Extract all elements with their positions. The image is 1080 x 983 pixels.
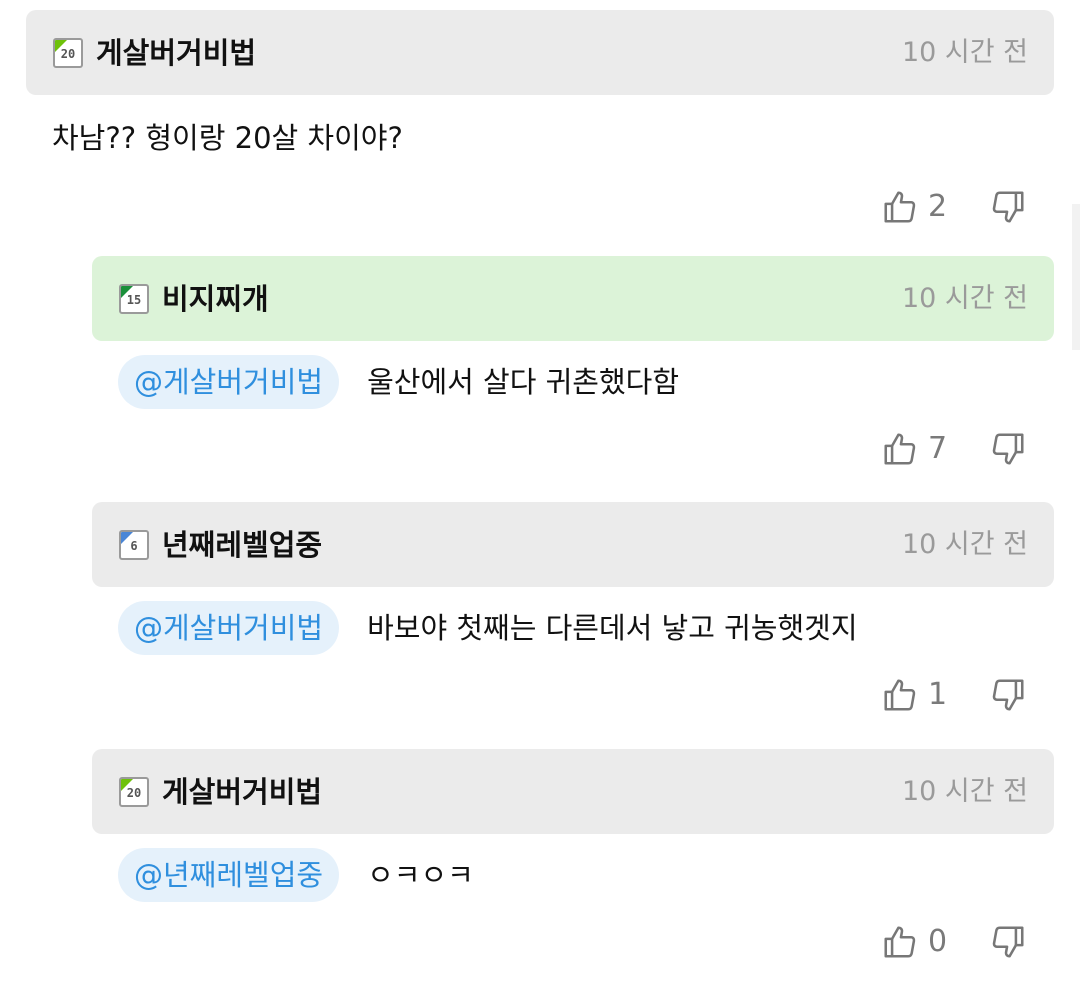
dislike-button[interactable]: [988, 673, 1028, 717]
level-badge-icon: 20: [53, 38, 83, 68]
comment-time: 10 시간 전: [901, 37, 1028, 68]
comment-text: 울산에서 살다 귀촌했다함: [367, 365, 680, 399]
author-nickname[interactable]: 게살버거비법: [162, 770, 322, 814]
comment-text: 차남?? 형이랑 20살 차이야?: [52, 121, 403, 155]
thumbs-up-icon: [884, 191, 916, 223]
level-number: 6: [130, 539, 138, 553]
vote-bar: 7: [880, 424, 1028, 474]
like-count: 7: [928, 431, 948, 466]
thumbs-up-icon: [884, 926, 916, 958]
dislike-button[interactable]: [988, 427, 1028, 471]
like-count: 1: [928, 677, 948, 712]
dislike-button[interactable]: [988, 920, 1028, 964]
thumbs-up-icon: [884, 679, 916, 711]
vote-bar: 1: [880, 670, 1028, 720]
thumbs-down-icon: [992, 191, 1024, 223]
mention-tag[interactable]: @년째레벨업중: [118, 848, 340, 902]
vote-bar: 2: [880, 182, 1028, 232]
comment-body: @게살버거비법 울산에서 살다 귀촌했다함: [118, 354, 679, 410]
comment-body: @년째레벨업중 ㅇㅋㅇㅋ: [118, 847, 474, 903]
dislike-button[interactable]: [988, 185, 1028, 229]
scrollbar[interactable]: [1072, 204, 1080, 350]
like-count: 2: [928, 189, 948, 224]
thumbs-down-icon: [992, 679, 1024, 711]
comment-header: 15 비지찌개 10 시간 전: [92, 256, 1054, 341]
like-button[interactable]: [880, 427, 920, 471]
comment-text: ㅇㅋㅇㅋ: [367, 858, 474, 892]
like-button[interactable]: [880, 920, 920, 964]
level-badge-icon: 20: [119, 777, 149, 807]
level-number: 20: [126, 786, 142, 800]
comment-header: 20 게살버거비법 10 시간 전: [26, 10, 1054, 95]
like-button[interactable]: [880, 185, 920, 229]
mention-tag[interactable]: @게살버거비법: [118, 601, 340, 655]
author-nickname[interactable]: 게살버거비법: [96, 31, 256, 75]
thumbs-up-icon: [884, 433, 916, 465]
comment-text: 바보야 첫째는 다른데서 낳고 귀농햇겟지: [367, 611, 858, 645]
comment-header: 6 년째레벨업중 10 시간 전: [92, 502, 1054, 587]
like-count: 0: [928, 924, 948, 959]
comment-header: 20 게살버거비법 10 시간 전: [92, 749, 1054, 834]
level-badge-icon: 6: [119, 530, 149, 560]
like-button[interactable]: [880, 673, 920, 717]
level-number: 20: [60, 47, 76, 61]
thumbs-down-icon: [992, 926, 1024, 958]
comment-thread: 20 게살버거비법 10 시간 전 차남?? 형이랑 20살 차이야? 2 15…: [0, 0, 1080, 983]
vote-bar: 0: [880, 917, 1028, 967]
comment-body: @게살버거비법 바보야 첫째는 다른데서 낳고 귀농햇겟지: [118, 600, 858, 656]
comment-time: 10 시간 전: [901, 529, 1028, 560]
comment-time: 10 시간 전: [901, 776, 1028, 807]
author-nickname[interactable]: 비지찌개: [162, 277, 269, 321]
level-badge-icon: 15: [119, 284, 149, 314]
level-number: 15: [126, 293, 142, 307]
comment-body: 차남?? 형이랑 20살 차이야?: [52, 110, 403, 166]
mention-tag[interactable]: @게살버거비법: [118, 355, 340, 409]
comment-time: 10 시간 전: [901, 283, 1028, 314]
thumbs-down-icon: [992, 433, 1024, 465]
author-nickname[interactable]: 년째레벨업중: [162, 523, 322, 567]
